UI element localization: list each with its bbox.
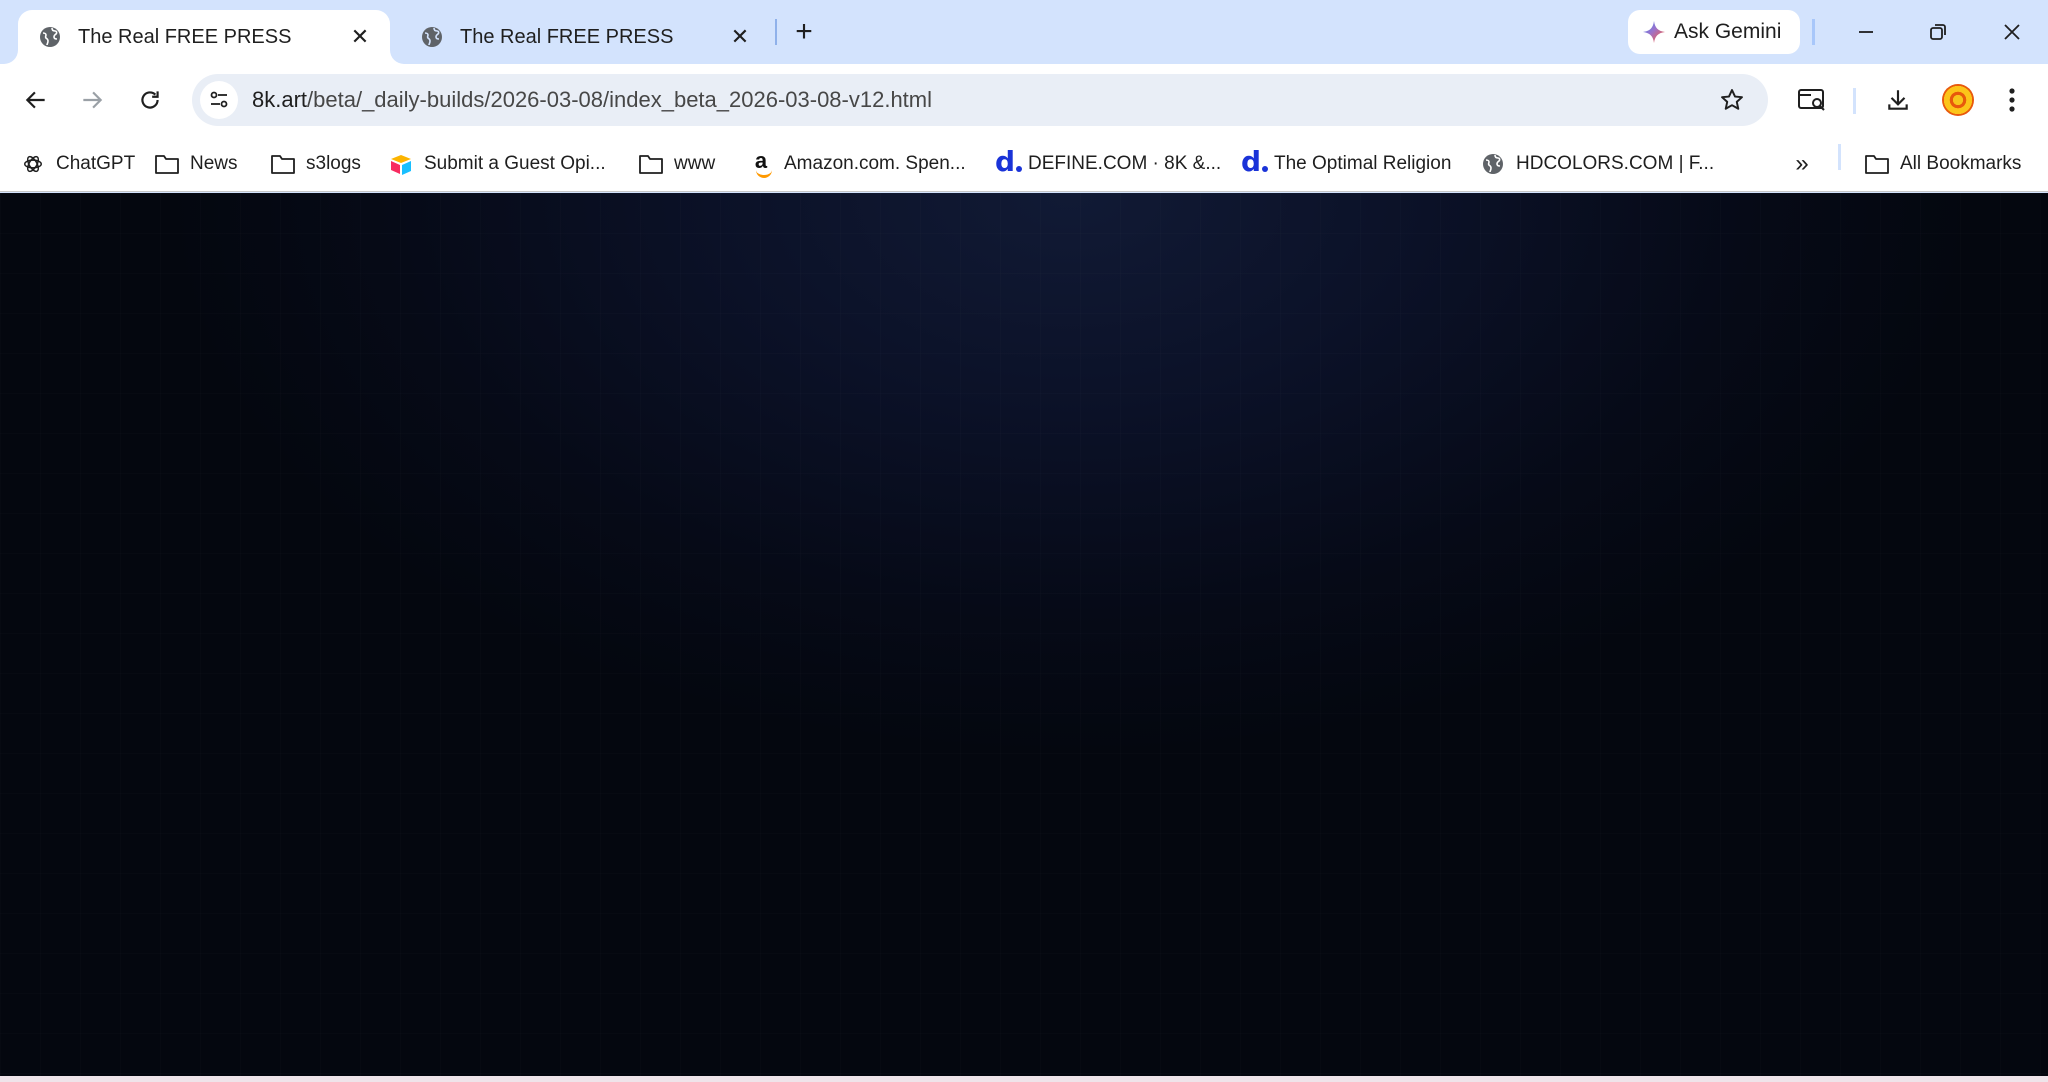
define-d-icon: d: [1240, 145, 1269, 178]
page-content: [0, 193, 2048, 1076]
chatgpt-icon: [20, 151, 46, 177]
arrow-left-icon: [25, 91, 45, 109]
toolbar-separator: [1853, 88, 1856, 114]
bookmark-label: News: [190, 153, 238, 174]
profile-avatar[interactable]: [1942, 84, 1974, 116]
menu-button[interactable]: [1990, 78, 2034, 122]
airtable-icon: [388, 151, 414, 177]
bookmark-label: s3logs: [306, 153, 361, 174]
bookmark-chatgpt[interactable]: ChatGPT: [20, 146, 135, 182]
bookmark-label: The Optimal Religion: [1274, 153, 1452, 174]
bookmark-label: Amazon.com. Spen...: [784, 153, 966, 174]
reload-button[interactable]: [128, 78, 172, 122]
bookmark-define[interactable]: d DEFINE.COM · 8K &...: [992, 146, 1221, 182]
bookmark-optimal-religion[interactable]: d The Optimal Religion: [1238, 146, 1451, 182]
tune-icon: [210, 91, 228, 108]
arrow-right-icon: [83, 91, 103, 109]
bookmark-amazon[interactable]: a Amazon.com. Spen...: [748, 146, 966, 182]
bookmark-star-button[interactable]: [1714, 82, 1750, 118]
gemini-sparkle-icon: [1643, 21, 1665, 43]
gemini-separator: [1812, 19, 1815, 45]
minimize-icon: [1859, 31, 1873, 33]
address-bar[interactable]: 8k.art/beta/_daily-builds/2026-03-08/ind…: [192, 74, 1768, 126]
bookmark-folder-www[interactable]: www: [638, 146, 715, 182]
tab-active[interactable]: The Real FREE PRESS ✕: [18, 10, 390, 64]
restore-icon: [1930, 24, 1946, 40]
tab-separator: [775, 19, 777, 45]
bookmark-label: Submit a Guest Opi...: [424, 153, 606, 174]
close-icon: [2004, 24, 2020, 40]
bookmark-label: HDCOLORS.COM | F...: [1516, 153, 1715, 174]
url-path: /beta/_daily-builds/2026-03-08/index_bet…: [307, 87, 933, 112]
define-d-icon: d: [994, 145, 1023, 178]
bookmarks-bar: ChatGPT News s3logs Submit a Guest Opi..…: [0, 136, 2048, 192]
globe-icon: [40, 27, 60, 47]
bookmark-hdcolors[interactable]: HDCOLORS.COM | F...: [1480, 146, 1714, 182]
bookmarks-separator: [1838, 144, 1841, 170]
all-bookmarks-button[interactable]: All Bookmarks: [1864, 146, 2021, 182]
url-host: 8k.art: [252, 87, 308, 112]
forward-button[interactable]: [70, 78, 114, 122]
tab-inactive[interactable]: The Real FREE PRESS ✕: [400, 10, 770, 64]
site-info-button[interactable]: [200, 81, 238, 119]
folder-icon: [1864, 151, 1890, 177]
restore-button[interactable]: [1910, 10, 1966, 54]
lens-search-icon: [1798, 89, 1825, 111]
globe-icon: [422, 27, 442, 47]
close-window-button[interactable]: [1984, 10, 2040, 54]
bookmarks-overflow-button[interactable]: »: [1784, 146, 1820, 182]
tab-title: The Real FREE PRESS: [78, 25, 292, 48]
tab-close-icon[interactable]: ✕: [726, 23, 754, 51]
downloads-button[interactable]: [1876, 78, 1920, 122]
back-button[interactable]: [14, 78, 58, 122]
ask-gemini-label: Ask Gemini: [1674, 20, 1782, 43]
ask-gemini-button[interactable]: Ask Gemini: [1628, 10, 1800, 54]
new-tab-button[interactable]: +: [788, 14, 820, 50]
download-icon: [1888, 90, 1908, 110]
globe-icon: [1480, 151, 1506, 177]
star-icon: [1721, 89, 1743, 110]
reload-icon: [141, 91, 159, 109]
url-text[interactable]: 8k.art/beta/_daily-builds/2026-03-08/ind…: [252, 87, 932, 113]
search-tabs-button[interactable]: [1790, 78, 1834, 122]
bookmark-folder-news[interactable]: News: [154, 146, 238, 182]
folder-icon: [638, 151, 664, 177]
window-bottom-edge: [0, 1076, 2048, 1082]
tab-close-icon[interactable]: ✕: [346, 23, 374, 51]
bookmark-label: www: [674, 153, 716, 174]
tab-strip: The Real FREE PRESS ✕ The Real FREE PRES…: [0, 0, 2048, 64]
minimize-button[interactable]: [1838, 10, 1894, 54]
bookmark-label: ChatGPT: [56, 153, 136, 174]
tab-title: The Real FREE PRESS: [460, 25, 674, 48]
folder-icon: [270, 151, 296, 177]
bookmark-folder-s3logs[interactable]: s3logs: [270, 146, 361, 182]
folder-icon: [154, 151, 180, 177]
amazon-icon: a: [754, 148, 773, 178]
background-grid: [0, 193, 2048, 1076]
browser-toolbar: 8k.art/beta/_daily-builds/2026-03-08/ind…: [0, 64, 2048, 136]
more-vertical-icon: [2009, 88, 2015, 112]
bookmark-guest-opinion[interactable]: Submit a Guest Opi...: [388, 146, 606, 182]
all-bookmarks-label: All Bookmarks: [1900, 153, 2022, 174]
bookmark-label: DEFINE.COM · 8K &...: [1028, 153, 1222, 174]
